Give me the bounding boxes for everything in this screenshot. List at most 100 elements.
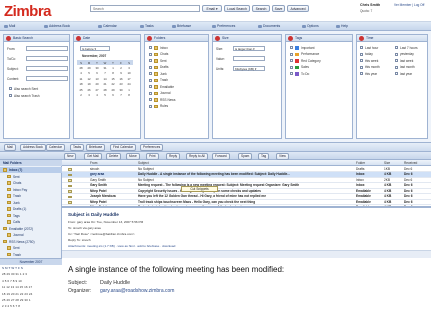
time-checkbox[interactable] bbox=[360, 52, 363, 56]
time-checkbox[interactable] bbox=[395, 65, 398, 69]
time-checkbox[interactable] bbox=[395, 46, 398, 49]
toolbar-button-spam[interactable]: Spam bbox=[238, 153, 253, 160]
time-checkbox[interactable] bbox=[360, 46, 363, 49]
tag-checkbox[interactable] bbox=[290, 59, 293, 62]
advanced-search-button[interactable]: Advanced bbox=[287, 5, 309, 12]
mini-calendar-row[interactable]: 25 26 27 28 29 30 1 bbox=[2, 298, 60, 302]
search-input[interactable]: Search bbox=[90, 5, 200, 12]
col-received[interactable]: Received bbox=[404, 160, 417, 166]
tab-mail[interactable]: Mail bbox=[4, 23, 15, 30]
to-field[interactable] bbox=[26, 56, 68, 61]
tab-address-book[interactable]: Address Book bbox=[44, 23, 70, 30]
subject-field[interactable] bbox=[26, 66, 68, 71]
close-icon[interactable] bbox=[6, 36, 11, 41]
folder-checkbox[interactable] bbox=[149, 91, 152, 95]
col-folder[interactable]: Folder bbox=[356, 160, 365, 166]
sidebar-item[interactable]: RSS News (2750) bbox=[0, 239, 62, 245]
folder-checkbox[interactable] bbox=[149, 98, 152, 101]
toolbar-button-mail[interactable]: Mail bbox=[4, 144, 16, 151]
calendar-day[interactable]: 3 bbox=[85, 93, 93, 99]
toolbar-button-preferences[interactable]: Preferences bbox=[140, 144, 164, 151]
attachments-line[interactable]: Attachments: meeting.ics (1.7 KB) · view… bbox=[68, 244, 175, 248]
calendar-day[interactable]: 2 bbox=[77, 93, 85, 99]
time-checkbox[interactable] bbox=[395, 59, 398, 62]
toolbar-button-print[interactable]: Print bbox=[146, 153, 159, 160]
time-checkbox[interactable] bbox=[395, 52, 398, 56]
toolbar-button-delete[interactable]: Delete bbox=[106, 153, 122, 160]
tab-documents[interactable]: Documents bbox=[258, 23, 280, 30]
sidebar-item[interactable]: Inbox Pay bbox=[0, 187, 62, 193]
search-button[interactable]: Search bbox=[252, 5, 270, 12]
mini-calendar-row[interactable]: 18 19 20 21 22 23 24 bbox=[2, 292, 60, 296]
toolbar-button-tasks[interactable]: Tasks bbox=[70, 144, 85, 151]
sidebar-item[interactable]: Chats bbox=[0, 180, 62, 186]
time-checkbox[interactable] bbox=[360, 72, 363, 75]
folder-checkbox[interactable] bbox=[149, 85, 152, 88]
folder-checkbox[interactable] bbox=[149, 65, 152, 69]
folder-checkbox[interactable] bbox=[149, 52, 152, 56]
folder-checkbox[interactable] bbox=[149, 59, 152, 62]
time-checkbox[interactable] bbox=[395, 72, 398, 75]
toolbar-button-briefcase[interactable]: Briefcase bbox=[86, 144, 106, 151]
sidebar-item[interactable]: Drafts (1) bbox=[0, 206, 62, 212]
calendar-day[interactable]: 6 bbox=[109, 93, 117, 99]
tab-preferences[interactable]: Preferences bbox=[212, 23, 235, 30]
time-checkbox[interactable] bbox=[360, 65, 363, 69]
save-search-button[interactable]: Save bbox=[272, 5, 285, 12]
toolbar-button-find-calendar[interactable]: Find Calendar bbox=[110, 144, 137, 151]
calendar-day[interactable]: 4 bbox=[93, 93, 101, 99]
units-select[interactable]: Kilobytes (KB) ▾ bbox=[233, 66, 265, 71]
tab-tasks[interactable]: Tasks bbox=[140, 23, 154, 30]
sidebar-item[interactable]: Trash bbox=[0, 193, 62, 199]
also-search-trash-checkbox[interactable] bbox=[9, 94, 12, 97]
tag-checkbox[interactable] bbox=[290, 65, 293, 69]
folder-checkbox[interactable] bbox=[149, 78, 152, 82]
from-field[interactable] bbox=[26, 46, 68, 51]
toolbar-button-calendar[interactable]: Calendar bbox=[46, 144, 65, 151]
size-value-field[interactable] bbox=[233, 56, 265, 61]
tab-briefcase[interactable]: Briefcase bbox=[172, 23, 191, 30]
col-from[interactable]: From bbox=[90, 160, 97, 166]
toolbar-button-reply-to-all[interactable]: Reply to All bbox=[186, 153, 208, 160]
content-field[interactable] bbox=[26, 76, 68, 81]
sidebar-item[interactable]: Journal bbox=[0, 232, 62, 238]
toolbar-button-move[interactable]: Move bbox=[126, 153, 140, 160]
sidebar-item[interactable]: Tags bbox=[0, 213, 62, 219]
sidebar-item[interactable]: Junk bbox=[0, 200, 62, 206]
local-search-button[interactable]: Local Search bbox=[224, 5, 250, 12]
calendar-day[interactable]: 8 bbox=[125, 93, 133, 99]
close-icon[interactable] bbox=[215, 36, 220, 41]
close-icon[interactable] bbox=[359, 36, 364, 41]
toolbar-button-address-book[interactable]: Address Book bbox=[20, 144, 46, 151]
tag-checkbox[interactable] bbox=[290, 52, 293, 56]
also-search-sent-checkbox[interactable] bbox=[9, 87, 12, 90]
mini-calendar-row[interactable]: 28 29 30 31 1 2 3 bbox=[2, 272, 60, 276]
sidebar-item[interactable]: Calls bbox=[0, 219, 62, 225]
sidebar-item[interactable]: Inbox (7) bbox=[0, 167, 62, 173]
close-icon[interactable] bbox=[288, 36, 293, 41]
date-calendar[interactable]: SMTWTFS 28 29 30 31 1 2 3 4 5 6 7 8 9 10 11 12 13 14 15 16 1… bbox=[77, 60, 133, 98]
tab-calendar[interactable]: Calendar bbox=[98, 23, 117, 30]
toolbar-button-get-mail[interactable]: Get Mail bbox=[84, 153, 102, 160]
tag-checkbox[interactable] bbox=[290, 72, 293, 75]
col-size[interactable]: Size bbox=[384, 160, 390, 166]
toolbar-button-reply[interactable]: Reply bbox=[166, 153, 181, 160]
calendar-day[interactable]: 7 bbox=[117, 93, 125, 99]
calendar-day[interactable]: 5 bbox=[101, 93, 109, 99]
time-checkbox[interactable] bbox=[360, 59, 363, 62]
folder-checkbox[interactable] bbox=[149, 46, 152, 49]
sidebar-item[interactable]: Sent bbox=[0, 174, 62, 180]
organizer-value[interactable]: gary.araa@roadshow.zimbra.com bbox=[100, 288, 174, 294]
sidebar-item[interactable]: Sent bbox=[0, 245, 62, 251]
mini-calendar-row[interactable]: 11 12 13 14 15 16 17 bbox=[2, 285, 60, 289]
tab-help[interactable]: Help bbox=[336, 23, 348, 30]
folder-checkbox[interactable] bbox=[149, 72, 152, 75]
tag-checkbox[interactable] bbox=[290, 46, 293, 49]
toolbar-button-forward[interactable]: Forward bbox=[212, 153, 230, 160]
size-operator-select[interactable]: is larger than ▾ bbox=[233, 46, 265, 51]
mini-calendar[interactable]: November 2007 S M T W T F S 28 29 30 31 1… bbox=[0, 258, 62, 311]
toolbar-button-tag[interactable]: Tag bbox=[258, 153, 270, 160]
toolbar-button-view[interactable]: View bbox=[276, 153, 289, 160]
mini-calendar-row[interactable]: S M T W T F S bbox=[2, 266, 60, 270]
mini-calendar-row[interactable]: 2 3 4 5 6 7 8 bbox=[2, 304, 60, 308]
